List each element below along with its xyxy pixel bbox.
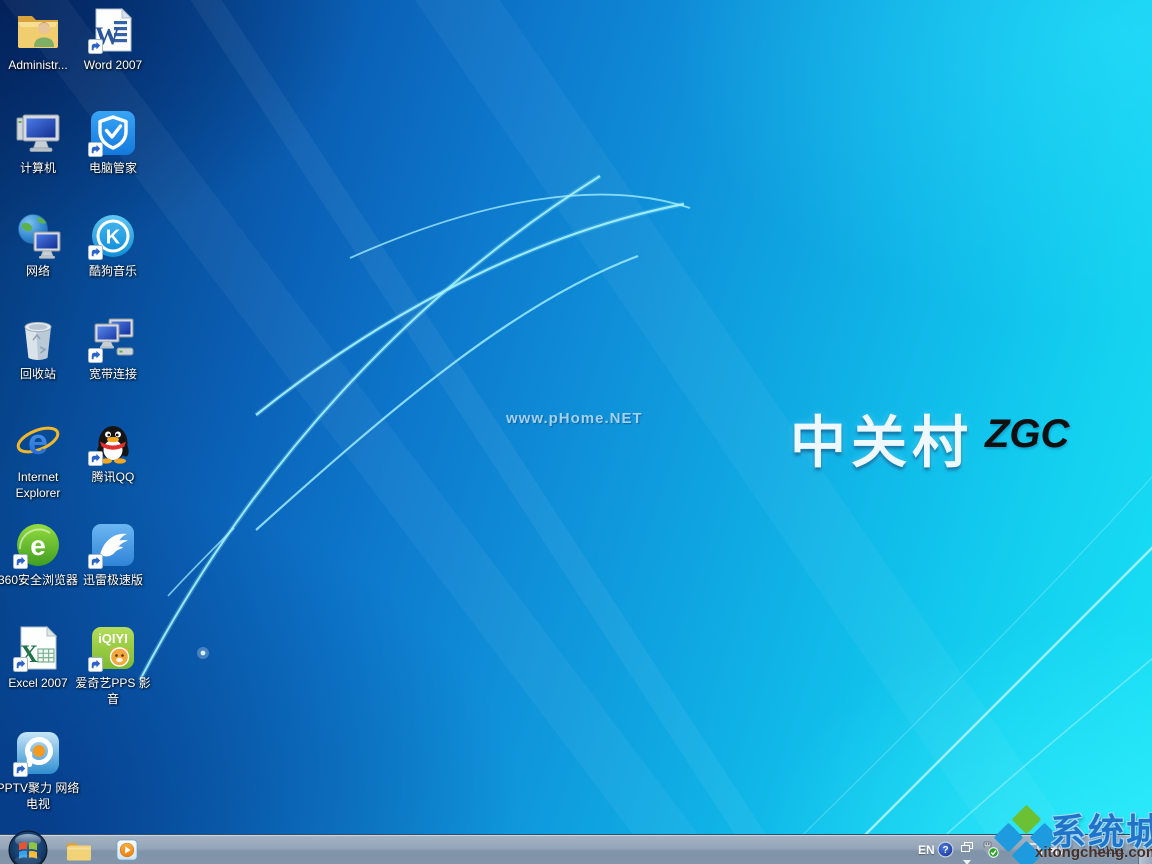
computer-icon	[14, 109, 62, 157]
icon-label: 计算机	[0, 160, 80, 176]
svg-text:K: K	[106, 227, 121, 249]
zgc-brand-logo: 中关村 ZGC	[790, 398, 1069, 479]
icon-label: Internet Explorer	[0, 469, 80, 501]
shortcut-arrow-icon	[88, 39, 103, 54]
zgc-brand-chinese: 中关村	[790, 398, 973, 479]
hidden-icons-chevron-icon[interactable]	[963, 852, 971, 864]
icon-label: Administr...	[0, 57, 80, 73]
shortcut-arrow-icon	[88, 451, 103, 466]
user-folder-icon	[14, 6, 62, 54]
shortcut-arrow-icon	[88, 142, 103, 157]
icon-label: 电脑管家	[71, 160, 155, 176]
icon-label: 宽带连接	[71, 366, 155, 382]
phome-watermark: www.pHome.NET	[506, 410, 643, 427]
start-button[interactable]	[8, 830, 48, 864]
desktop[interactable]: www.pHome.NET 中关村 ZGC Administr... W Wor…	[0, 0, 1152, 864]
shortcut-arrow-icon	[88, 348, 103, 363]
desktop-icon-kugou-music[interactable]: K 酷狗音乐	[71, 212, 155, 279]
icon-label: Excel 2007	[0, 675, 80, 691]
svg-text:e: e	[30, 530, 46, 561]
shortcut-arrow-icon	[88, 245, 103, 260]
desktop-icon-administrator[interactable]: Administr...	[0, 6, 80, 73]
folder-icon	[66, 839, 92, 861]
usb-safely-remove-icon[interactable]	[980, 841, 999, 863]
svg-text:?: ?	[942, 845, 948, 856]
svg-text:e: e	[28, 421, 48, 462]
desktop-icon-pptv[interactable]: PPTV聚力 网络电视	[0, 729, 80, 812]
help-tray-icon[interactable]: ?	[937, 841, 954, 863]
xitongcheng-domain: xitongcheng.com	[1035, 844, 1152, 861]
shortcut-arrow-icon	[88, 657, 103, 672]
icon-label: 回收站	[0, 366, 80, 382]
icon-label: Word 2007	[71, 57, 155, 73]
shortcut-arrow-icon	[13, 762, 28, 777]
zgc-brand-latin: ZGC	[985, 412, 1069, 457]
desktop-icon-recycle-bin[interactable]: 回收站	[0, 315, 80, 382]
taskbar-media-player-button[interactable]	[110, 838, 144, 862]
desktop-icon-broadband-connection[interactable]: 宽带连接	[71, 315, 155, 382]
svg-text:iQIYI: iQIYI	[98, 631, 128, 646]
taskbar: EN ?	[0, 834, 1152, 864]
desktop-icon-computer[interactable]: 计算机	[0, 109, 80, 176]
desktop-icon-pc-manager[interactable]: 电脑管家	[71, 109, 155, 176]
network-globe-icon	[14, 212, 62, 260]
shortcut-arrow-icon	[13, 554, 28, 569]
desktop-icon-network[interactable]: 网络	[0, 212, 80, 279]
icon-label: PPTV聚力 网络电视	[0, 780, 80, 812]
icon-label: 腾讯QQ	[71, 469, 155, 485]
icon-label: 爱奇艺PPS 影音	[71, 675, 155, 707]
desktop-icon-tencent-qq[interactable]: 腾讯QQ	[71, 418, 155, 485]
desktop-icon-excel-2007[interactable]: X Excel 2007	[0, 624, 80, 691]
desktop-icon-iqiyi-pps[interactable]: iQIYI 爱奇艺PPS 影音	[71, 624, 155, 707]
icon-label: 酷狗音乐	[71, 263, 155, 279]
icon-label: 迅雷极速版	[71, 572, 155, 588]
taskbar-explorer-button[interactable]	[62, 838, 96, 862]
shortcut-arrow-icon	[13, 657, 28, 672]
desktop-icon-thunder[interactable]: 迅雷极速版	[71, 521, 155, 588]
language-indicator[interactable]: EN	[918, 843, 935, 857]
icon-label: 网络	[0, 263, 80, 279]
recycle-bin-icon	[14, 315, 62, 363]
icon-label: 360安全浏览器	[0, 572, 80, 588]
media-player-icon	[116, 839, 138, 861]
shortcut-arrow-icon	[88, 554, 103, 569]
windows-orb-icon	[8, 830, 48, 864]
desktop-icon-word-2007[interactable]: W Word 2007	[71, 6, 155, 73]
desktop-icon-360-browser[interactable]: e 360安全浏览器	[0, 521, 80, 588]
ie-e-icon: e	[14, 418, 62, 466]
desktop-icon-internet-explorer[interactable]: e Internet Explorer	[0, 418, 80, 501]
